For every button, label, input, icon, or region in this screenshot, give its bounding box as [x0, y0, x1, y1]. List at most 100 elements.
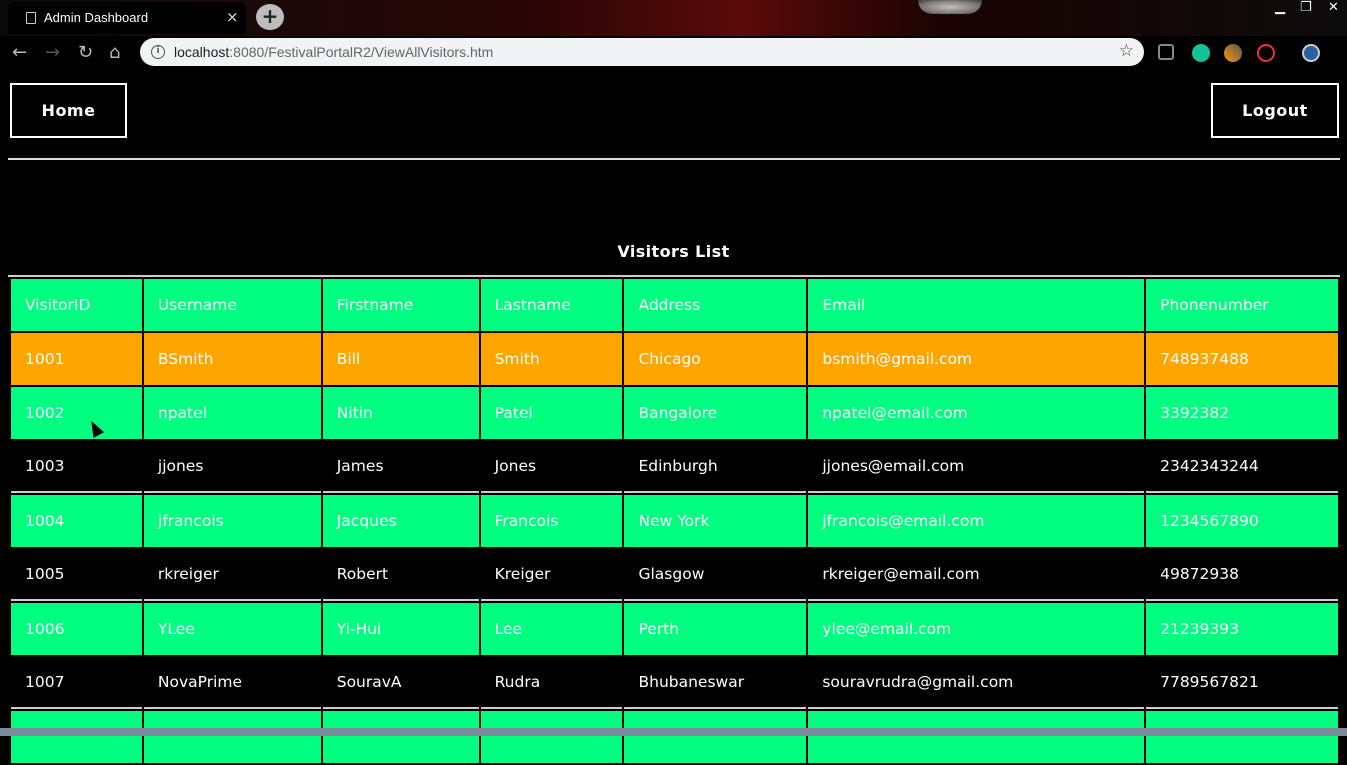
browser-tab-active[interactable]: Admin Dashboard ×: [8, 2, 246, 34]
profile-avatar-icon[interactable]: [1302, 44, 1320, 62]
table-cell: Francois: [480, 495, 623, 547]
column-header[interactable]: VisitorID: [11, 279, 142, 331]
table-cell: Chicago: [624, 333, 807, 385]
tab-close-icon[interactable]: ×: [226, 8, 239, 26]
table-cell: 1005: [11, 549, 142, 601]
table-cell: [808, 711, 1145, 763]
table-cell: 1006: [11, 603, 142, 655]
quick-extension-icon[interactable]: [1257, 44, 1275, 62]
table-cell: 1234567890: [1146, 495, 1338, 547]
visitors-table: VisitorID Username Firstname Lastname Ad…: [9, 277, 1340, 765]
table-cell: Smith: [480, 333, 623, 385]
theme-emblem: [918, 0, 982, 14]
table-row[interactable]: 1005 rkreiger Robert Kreiger Glasgow rkreiger…: [11, 549, 1338, 601]
column-header[interactable]: Username: [143, 279, 321, 331]
url-text[interactable]: localhost:8080/FestivalPortalR2/ViewAllV…: [174, 44, 493, 60]
home-button[interactable]: Home: [10, 83, 127, 138]
table-cell: [480, 711, 623, 763]
table-cell: Glasgow: [624, 549, 807, 601]
home-icon[interactable]: ⌂: [109, 42, 120, 63]
table-cell: [143, 711, 321, 763]
column-header[interactable]: Phonenumber: [1146, 279, 1338, 331]
table-cell: Jones: [480, 441, 623, 493]
os-taskbar: [0, 728, 1347, 736]
forward-arrow-icon[interactable]: →: [45, 42, 60, 63]
table-cell: 21239393: [1146, 603, 1338, 655]
table-row[interactable]: 1003 jjones James Jones Edinburgh jjones@emai…: [11, 441, 1338, 493]
table-cell: npatel: [143, 387, 321, 439]
table-cell: 1004: [11, 495, 142, 547]
site-info-icon[interactable]: i: [151, 45, 165, 59]
column-header[interactable]: Firstname: [322, 279, 479, 331]
table-cell: jfrancois: [143, 495, 321, 547]
table-cell: rkreiger@email.com: [808, 549, 1145, 601]
table-cell: Kreiger: [480, 549, 623, 601]
extension-icon-2[interactable]: [1224, 44, 1242, 62]
bookmark-star-icon[interactable]: ☆: [1119, 41, 1134, 61]
column-header[interactable]: Address: [624, 279, 807, 331]
divider: [8, 158, 1340, 160]
column-header[interactable]: Email: [808, 279, 1145, 331]
extension-icon[interactable]: [1158, 44, 1174, 60]
table-cell: 1002: [11, 387, 142, 439]
address-bar[interactable]: i localhost:8080/FestivalPortalR2/ViewAl…: [140, 38, 1144, 66]
table-cell: [11, 711, 142, 763]
table-row[interactable]: [11, 711, 1338, 763]
table-cell: [1146, 711, 1338, 763]
table-cell: New York: [624, 495, 807, 547]
page-title: Visitors List: [617, 242, 730, 261]
table-cell: 748937488: [1146, 333, 1338, 385]
table-cell: Edinburgh: [624, 441, 807, 493]
browser-tab-strip: Admin Dashboard × + ▁ ❐ ✕: [0, 0, 1347, 36]
table-cell: Yi-Hui: [322, 603, 479, 655]
url-path: :8080/FestivalPortalR2/ViewAllVisitors.h…: [229, 44, 494, 60]
table-cell: Nitin: [322, 387, 479, 439]
table-header-row: VisitorID Username Firstname Lastname Ad…: [11, 279, 1338, 331]
column-header[interactable]: Lastname: [480, 279, 623, 331]
table-cell: YLee: [143, 603, 321, 655]
table-cell: Robert: [322, 549, 479, 601]
table-cell: Jacques: [322, 495, 479, 547]
table-row[interactable]: 1001 BSmith Bill Smith Chicago bsmith@gmail.c…: [11, 333, 1338, 385]
page-icon: [26, 12, 36, 24]
table-cell: Bangalore: [624, 387, 807, 439]
table-cell: bsmith@gmail.com: [808, 333, 1145, 385]
table-cell: 1003: [11, 441, 142, 493]
table-cell: Perth: [624, 603, 807, 655]
table-cell: souravrudra@gmail.com: [808, 657, 1145, 709]
table-cell: 3392382: [1146, 387, 1338, 439]
table-cell: npatel@email.com: [808, 387, 1145, 439]
table-cell: James: [322, 441, 479, 493]
table-cell: rkreiger: [143, 549, 321, 601]
tab-title: Admin Dashboard: [44, 10, 149, 25]
table-cell: [322, 711, 479, 763]
close-window-icon[interactable]: ✕: [1328, 0, 1339, 15]
minimize-icon[interactable]: ▁: [1275, 0, 1285, 15]
table-cell: Lee: [480, 603, 623, 655]
logout-button[interactable]: Logout: [1211, 83, 1339, 138]
page-content: Home Logout Visitors List VisitorID User…: [0, 70, 1347, 763]
new-tab-button[interactable]: +: [256, 4, 284, 30]
table-cell: jfrancois@email.com: [808, 495, 1145, 547]
table-cell: NovaPrime: [143, 657, 321, 709]
table-cell: Bill: [322, 333, 479, 385]
table-cell: ylee@email.com: [808, 603, 1145, 655]
table-cell: 2342343244: [1146, 441, 1338, 493]
table-row[interactable]: 1004 jfrancois Jacques Francois New York jfra…: [11, 495, 1338, 547]
grammarly-icon[interactable]: [1192, 44, 1210, 62]
table-cell: 1001: [11, 333, 142, 385]
browser-toolbar: ← → ↻ ⌂ i localhost:8080/FestivalPortalR…: [0, 36, 1347, 70]
table-row[interactable]: 1006 YLee Yi-Hui Lee Perth ylee@email.com 2123…: [11, 603, 1338, 655]
table-cell: jjones@email.com: [808, 441, 1145, 493]
table-cell: jjones: [143, 441, 321, 493]
table-cell: 1007: [11, 657, 142, 709]
table-cell: Patel: [480, 387, 623, 439]
table-cell: Bhubaneswar: [624, 657, 807, 709]
restore-icon[interactable]: ❐: [1300, 0, 1312, 15]
reload-icon[interactable]: ↻: [78, 42, 93, 63]
back-arrow-icon[interactable]: ←: [12, 42, 27, 63]
table-cell: BSmith: [143, 333, 321, 385]
table-row[interactable]: 1002 npatel Nitin Patel Bangalore npatel@emai…: [11, 387, 1338, 439]
table-cell: SouravA: [322, 657, 479, 709]
table-row[interactable]: 1007 NovaPrime SouravA Rudra Bhubaneswar sour…: [11, 657, 1338, 709]
